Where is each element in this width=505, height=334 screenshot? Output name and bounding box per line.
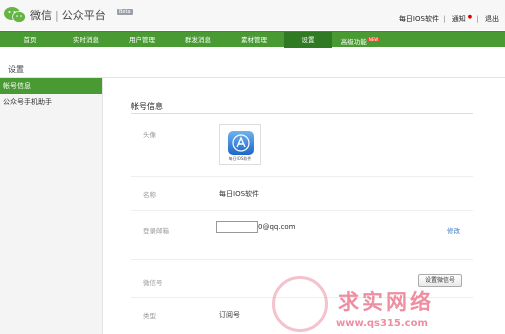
avatar[interactable]: 每日IOS软件 xyxy=(219,124,261,165)
avatar-caption: 每日IOS软件 xyxy=(228,156,252,161)
avatar-label: 头像 xyxy=(143,131,156,139)
sidebar-item-mobile-assistant[interactable]: 公众号手机助手 xyxy=(0,94,102,110)
nav-advanced-features[interactable]: 高级功能 NEW xyxy=(332,32,388,48)
page-title: 设置 xyxy=(8,65,24,74)
email-field[interactable] xyxy=(216,221,258,233)
app-store-icon xyxy=(228,131,254,155)
nav-advanced-label: 高级功能 xyxy=(340,38,367,47)
wechat-id-label: 微信号 xyxy=(143,279,163,287)
logout-link[interactable]: 退出 xyxy=(485,15,499,23)
watermark-text: 求实网络 xyxy=(338,290,434,314)
section-title: 帐号信息 xyxy=(131,102,163,111)
email-suffix: 0@qq.com xyxy=(258,223,296,231)
account-name-link[interactable]: 每日IOS软件 xyxy=(399,15,439,23)
notify-link[interactable]: 通知 xyxy=(452,15,466,23)
nav-user-management[interactable]: 用户管理 xyxy=(112,32,172,48)
beta-badge: Beta xyxy=(117,9,133,15)
user-links: 每日IOS软件 | 通知 ● | 退出 xyxy=(398,14,499,24)
main-nav: 首页 实时消息 用户管理 群发消息 素材管理 设置 高级功能 NEW xyxy=(0,31,505,48)
row-divider xyxy=(131,259,473,260)
top-header: 微信 | 公众平台 Beta 每日IOS软件 | 通知 ● | 退出 xyxy=(0,0,505,30)
new-badge: NEW xyxy=(367,37,380,42)
watermark-url: www.qs315.com xyxy=(336,318,428,329)
row-divider xyxy=(131,210,473,211)
email-label: 登录邮箱 xyxy=(143,227,169,235)
watermark-logo-icon xyxy=(272,276,328,332)
nav-material-management[interactable]: 素材管理 xyxy=(224,32,284,48)
notify-dot-icon: ● xyxy=(467,14,473,20)
wechat-logo-icon xyxy=(4,7,26,23)
name-value: 每日IOS软件 xyxy=(219,190,260,198)
sidebar-item-account-info[interactable]: 帐号信息 xyxy=(0,78,102,94)
section-divider xyxy=(131,113,473,114)
name-label: 名称 xyxy=(143,191,156,199)
nav-settings[interactable]: 设置 xyxy=(284,32,332,48)
brand-title: 微信 | 公众平台 xyxy=(30,9,106,22)
sidebar: 帐号信息 公众号手机助手 xyxy=(0,78,103,334)
brand-name: 微信 xyxy=(30,9,52,22)
row-divider xyxy=(131,176,473,177)
nav-mass-messages[interactable]: 群发消息 xyxy=(172,32,224,48)
nav-realtime-messages[interactable]: 实时消息 xyxy=(60,32,112,48)
type-value: 订阅号 xyxy=(219,311,240,319)
type-label: 类型 xyxy=(143,312,156,320)
nav-home[interactable]: 首页 xyxy=(0,32,60,48)
edit-email-link[interactable]: 修改 xyxy=(447,225,460,235)
brand-sub: 公众平台 xyxy=(61,9,106,22)
